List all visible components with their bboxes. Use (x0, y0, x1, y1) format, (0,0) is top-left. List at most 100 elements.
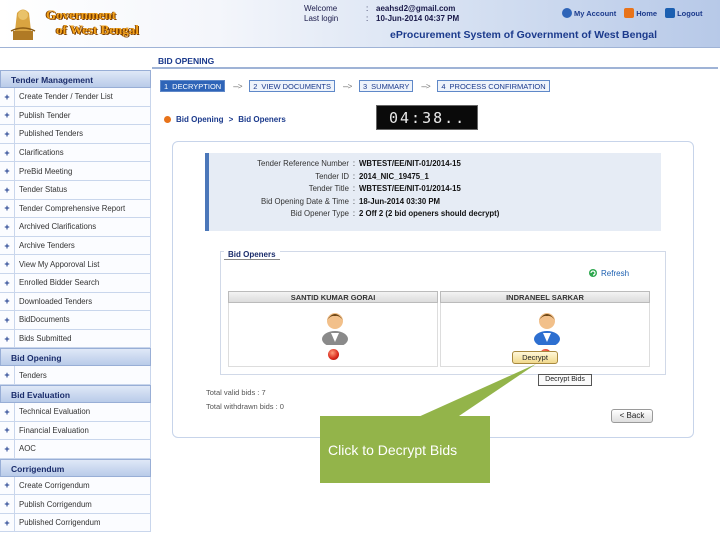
tender-details: Tender Reference Number: WBTEST/EE/NIT-01… (205, 153, 661, 231)
expand-plus-icon: + (4, 425, 10, 436)
expand-plus-icon: + (4, 480, 10, 491)
sidebar-item[interactable]: + Published Tenders (0, 125, 151, 144)
welcome-label: Welcome (304, 4, 338, 13)
back-button[interactable]: < Back (611, 409, 653, 423)
decrypt-button[interactable]: Decrypt (512, 351, 558, 364)
sidebar-item-label: Create Tender / Tender List (14, 88, 150, 106)
expand-plus-icon: + (4, 333, 10, 344)
welcome-value: aeahsd2@gmail.com (376, 4, 456, 13)
sidebar-item-label: Publish Tender (14, 106, 150, 125)
sidebar-item-label: Tender Comprehensive Report (14, 199, 150, 218)
step-number: 3 (362, 81, 368, 91)
detail-label: Bid Opener Type (290, 209, 349, 219)
breadcrumb-bid-opening[interactable]: Bid Opening (176, 115, 224, 124)
last-login-label: Last login (304, 14, 339, 23)
page-title: BID OPENING (152, 53, 718, 69)
user-icon (562, 8, 572, 18)
sidebar-item[interactable]: + Create Tender / Tender List (0, 88, 151, 107)
expand-plus-icon: + (4, 370, 10, 381)
decrypt-tooltip: Decrypt Bids (538, 374, 592, 386)
expand-plus-icon: + (4, 110, 10, 121)
step-number: 2 (253, 81, 258, 91)
sidebar-item-label: Technical Evaluation (14, 402, 150, 421)
detail-value: 2014_NIC_19475_1 (359, 171, 429, 181)
step-2[interactable]: 2 VIEW DOCUMENTS (249, 80, 335, 92)
refresh-button[interactable]: Refresh (588, 268, 629, 278)
home-link[interactable]: Home (624, 8, 657, 18)
step-tracker: 1 DECRYPTION ---> 2 VIEW DOCUMENTS ---> 3 SUMMA… (160, 80, 550, 92)
site-logo[interactable]: Government of West Bengal (46, 7, 139, 37)
expand-plus-icon: + (4, 184, 10, 195)
sidebar-item-label: BidDocuments (14, 311, 150, 329)
expand-plus-icon: + (4, 517, 10, 528)
status-indicator-icon (328, 349, 339, 360)
sidebar-item[interactable]: + Technical Evaluation (0, 402, 151, 422)
sidebar-section-heading: Bid Opening (0, 348, 151, 367)
sidebar-item[interactable]: + AOC (0, 440, 151, 459)
sidebar-item[interactable]: + PreBid Meeting (0, 162, 151, 181)
detail-value: WBTEST/EE/NIT-01/2014-15 (359, 184, 461, 194)
step-3[interactable]: 3 SUMMARY (358, 80, 414, 92)
logout-link[interactable]: Logout (665, 8, 702, 18)
sidebar-item[interactable]: + BidDocuments (0, 311, 151, 330)
detail-value: 2 Off 2 (2 bid openers should decrypt) (359, 209, 500, 219)
expand-plus-icon: + (4, 259, 10, 270)
step-arrow-icon: ---> (232, 81, 243, 91)
sidebar-item[interactable]: + Archive Tenders (0, 236, 151, 256)
sidebar-item[interactable]: + Downloaded Tenders (0, 292, 151, 312)
sidebar-item[interactable]: + Tender Status (0, 180, 151, 200)
step-label: VIEW DOCUMENTS (261, 81, 331, 91)
system-title: eProcurement System of Government of Wes… (390, 29, 658, 41)
header-bar: Government of West Bengal Welcome : aeah… (0, 0, 720, 48)
sidebar-item-label: Downloaded Tenders (14, 292, 150, 311)
sidebar-item[interactable]: + Publish Corrigendum (0, 495, 151, 514)
sidebar-item[interactable]: + Tender Comprehensive Report (0, 199, 151, 219)
expand-plus-icon: + (4, 166, 10, 177)
expand-plus-icon: + (4, 203, 10, 214)
sidebar-item[interactable]: + View My Apporoval List (0, 255, 151, 274)
step-4[interactable]: 4 PROCESS CONFIRMATION (437, 80, 550, 92)
expand-plus-icon: + (4, 296, 10, 307)
expand-plus-icon: + (4, 406, 10, 417)
total-valid-bids: Total valid bids : 7 (206, 388, 266, 397)
top-links: My Account Home Logout (562, 8, 702, 18)
sidebar-item[interactable]: + Bids Submitted (0, 329, 151, 349)
sidebar-item-label: Tenders (14, 366, 150, 384)
sidebar-item[interactable]: + Enrolled Bidder Search (0, 273, 151, 293)
sidebar-item[interactable]: + Published Corrigendum (0, 513, 151, 533)
sidebar-item-label: Enrolled Bidder Search (14, 273, 150, 292)
logo-line1: Government (46, 7, 117, 22)
sidebar-section-heading: Corrigendum (0, 458, 151, 477)
last-login-value: 10-Jun-2014 04:37 PM (376, 14, 460, 23)
sidebar-item-label: Clarifications (14, 143, 150, 162)
sidebar-item-label: Financial Evaluation (14, 421, 150, 440)
breadcrumb-separator: > (228, 115, 234, 124)
login-info: Welcome : aeahsd2@gmail.com Last login :… (304, 4, 460, 23)
step-label: PROCESS CONFIRMATION (449, 81, 546, 91)
step-number: 4 (441, 81, 446, 91)
detail-label: Bid Opening Date & Time (261, 196, 349, 206)
sidebar-item[interactable]: + Tenders (0, 366, 151, 385)
opener-name: INDRANEEL SARKAR (440, 291, 650, 303)
sidebar-item-label: Published Tenders (14, 125, 150, 143)
sidebar-item[interactable]: + Clarifications (0, 143, 151, 163)
detail-label: Tender ID (315, 171, 349, 181)
breadcrumb-bid-openers: Bid Openers (238, 115, 286, 124)
my-account-link[interactable]: My Account (562, 8, 616, 18)
sidebar-item[interactable]: + Archived Clarifications (0, 218, 151, 237)
sidebar-item[interactable]: + Publish Tender (0, 106, 151, 126)
expand-plus-icon: + (4, 128, 10, 139)
sidebar-item-label: View My Apporoval List (14, 255, 150, 273)
expand-plus-icon: + (4, 314, 10, 325)
sidebar-section-heading: Tender Management (0, 70, 151, 88)
detail-row: Bid Opener Type:2 Off 2 (2 bid openers s… (209, 208, 661, 220)
step-1[interactable]: 1 DECRYPTION (160, 80, 226, 92)
sidebar-item[interactable]: + Create Corrigendum (0, 476, 151, 496)
detail-value: WBTEST/EE/NIT-01/2014-15 (359, 159, 461, 169)
sidebar-item-label: Tender Status (14, 180, 150, 199)
home-icon (624, 8, 635, 18)
countdown-timer: 04:38.. (376, 105, 478, 130)
sidebar-item[interactable]: + Financial Evaluation (0, 421, 151, 441)
step-arrow-icon: ---> (421, 81, 431, 91)
step-label: SUMMARY (371, 81, 410, 91)
